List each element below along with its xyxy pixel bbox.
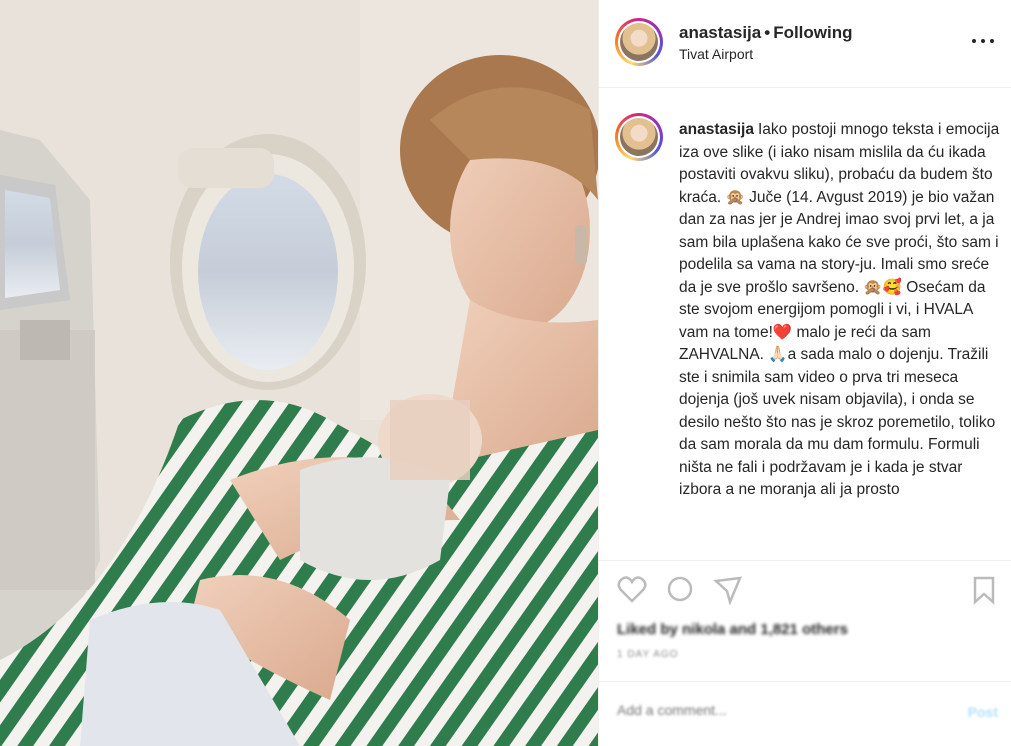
post-comment-button[interactable]: Post	[968, 704, 998, 720]
action-bar: Liked by nikola and 1,821 others 1 DAY A…	[599, 560, 1011, 680]
follow-status-button[interactable]: Following	[773, 23, 852, 42]
caption-text: Iako postoji mnogo teksta i emocija iza …	[679, 121, 1000, 498]
header-user-line: anastasija • Following	[679, 23, 853, 43]
avatar[interactable]	[615, 18, 663, 66]
separator-dot: •	[764, 23, 771, 42]
caption-text-block: anastasija Iako postoji mnogo teksta i em…	[679, 119, 1001, 502]
share-icon[interactable]	[713, 575, 743, 605]
comment-form: Post	[599, 681, 1011, 746]
heart-icon[interactable]	[617, 575, 647, 605]
header-username[interactable]: anastasija	[679, 23, 761, 42]
bookmark-icon[interactable]	[969, 575, 999, 605]
caption-section: anastasija Iako postoji mnogo teksta i em…	[599, 89, 1011, 559]
post-header: anastasija • Following Tivat Airport	[599, 0, 1011, 88]
post-timestamp[interactable]: 1 DAY AGO	[617, 649, 678, 660]
likes-count[interactable]: Liked by nikola and 1,821 others	[617, 621, 848, 638]
caption-avatar[interactable]	[615, 113, 663, 161]
photo-illustration	[0, 0, 598, 746]
caption-username[interactable]: anastasija	[679, 121, 754, 138]
comment-input[interactable]	[617, 702, 917, 718]
post-side-panel: anastasija • Following Tivat Airport anast…	[598, 0, 1011, 746]
location-link[interactable]: Tivat Airport	[679, 46, 753, 62]
post-photo[interactable]	[0, 0, 598, 746]
more-options-icon[interactable]	[972, 30, 998, 50]
comment-icon[interactable]	[665, 575, 695, 605]
